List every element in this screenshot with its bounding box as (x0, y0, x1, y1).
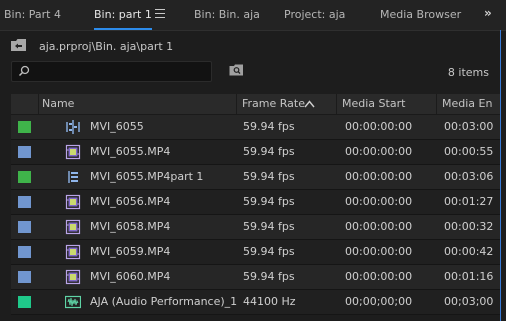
frame-rate-cell: 59.94 fps (243, 245, 295, 258)
panel-tab-bar: Bin: Part 4 Bin: part 1 Bin: Bin. aja Pr… (0, 0, 506, 31)
bin-list-view: Name Frame Rate Media Start Media En MVI… (11, 94, 500, 321)
column-divider (38, 94, 39, 114)
column-header-media-start[interactable]: Media Start (342, 94, 432, 114)
more-panels-icon[interactable]: » (484, 6, 492, 20)
frame-rate-cell: 44100 Hz (243, 295, 296, 308)
clip-name: AJA (Audio Performance)_1. (90, 295, 238, 308)
clip-name: MVI_6055 (90, 120, 144, 133)
tab-bin-part-1[interactable]: Bin: part 1 (94, 0, 152, 30)
media-start-cell: 00:00:00:00 (345, 220, 413, 233)
search-icon (18, 65, 30, 77)
clip-name: MVI_6056.MP4 (90, 195, 171, 208)
find-in-bin-icon[interactable] (229, 64, 244, 76)
video-clip-icon (65, 194, 81, 210)
frame-rate-cell: 59.94 fps (243, 270, 295, 283)
sequence-icon (65, 169, 81, 185)
column-divider (336, 94, 337, 114)
media-end-cell: 00:01:16 (444, 270, 494, 283)
table-row[interactable]: MVI_6059.MP4 59.94 fps 00:00:00:00 00:00:42 (11, 240, 500, 265)
item-count: 8 items (447, 66, 489, 79)
panel-menu-icon[interactable] (155, 9, 165, 21)
label-color-swatch[interactable] (18, 296, 31, 308)
clip-name: MVI_6059.MP4 (90, 245, 171, 258)
column-header-media-end[interactable]: Media En (442, 94, 500, 114)
tab-project-aja[interactable]: Project: aja (284, 0, 345, 30)
navigate-up-button[interactable] (10, 38, 28, 56)
label-color-swatch[interactable] (18, 246, 31, 258)
frame-rate-cell: 59.94 fps (243, 220, 295, 233)
clip-name: MVI_6055.MP4part 1 (90, 170, 204, 183)
table-row[interactable]: MVI_6058.MP4 59.94 fps 00:00:00:00 00:00:32 (11, 215, 500, 240)
media-end-cell: 00:00:55 (444, 145, 494, 158)
column-header-name[interactable]: Name (42, 94, 192, 114)
media-end-cell: 00:01:27 (444, 195, 494, 208)
table-row[interactable]: MVI_6055.MP4part 1 59.94 fps 00:00:00:00 00… (11, 165, 500, 190)
clip-name: MVI_6060.MP4 (90, 270, 171, 283)
frame-rate-cell: 59.94 fps (243, 145, 295, 158)
frame-rate-cell: 59.94 fps (243, 195, 295, 208)
video-clip-icon (65, 244, 81, 260)
media-start-cell: 00;00;00;00 (345, 295, 413, 308)
media-end-cell: 00;03;00 (444, 295, 494, 308)
media-end-cell: 00:03:00 (444, 120, 494, 133)
video-clip-icon (65, 269, 81, 285)
media-start-cell: 00:00:00:00 (345, 195, 413, 208)
label-color-swatch[interactable] (18, 121, 31, 133)
media-start-cell: 00:00:00:00 (345, 270, 413, 283)
label-color-swatch[interactable] (18, 171, 31, 183)
label-color-swatch[interactable] (18, 196, 31, 208)
label-color-swatch[interactable] (18, 146, 31, 158)
panel-focus-border (500, 30, 501, 321)
label-color-swatch[interactable] (18, 221, 31, 233)
table-row[interactable]: MVI_6056.MP4 59.94 fps 00:00:00:00 00:01:27 (11, 190, 500, 215)
audio-clip-icon (64, 294, 82, 310)
folder-up-icon (11, 39, 26, 51)
frame-rate-cell: 59.94 fps (243, 170, 295, 183)
column-header-row: Name Frame Rate Media Start Media En (11, 94, 500, 115)
clip-name: MVI_6058.MP4 (90, 220, 171, 233)
video-clip-icon (65, 144, 81, 160)
video-clip-icon (65, 219, 81, 235)
sort-ascending-icon[interactable] (304, 100, 315, 108)
column-header-frame-rate[interactable]: Frame Rate (242, 94, 312, 114)
label-color-swatch[interactable] (18, 271, 31, 283)
table-row[interactable]: MVI_6055.MP4 59.94 fps 00:00:00:00 00:00:55 (11, 140, 500, 165)
tab-bin-aja[interactable]: Bin: Bin. aja (194, 0, 260, 30)
table-row[interactable]: AJA (Audio Performance)_1. 44100 Hz 00;00;… (11, 290, 500, 315)
media-start-cell: 00:00:00:00 (345, 170, 413, 183)
tab-media-browser[interactable]: Media Browser (380, 0, 461, 30)
table-row[interactable]: MVI_6055 59.94 fps 00:00:00:00 00:03:00 (11, 115, 500, 140)
clip-name: MVI_6055.MP4 (90, 145, 171, 158)
media-end-cell: 00:03:06 (444, 170, 494, 183)
column-divider (436, 94, 437, 114)
bin-path: aja.prproj\Bin. aja\part 1 (39, 40, 174, 53)
frame-rate-cell: 59.94 fps (243, 120, 295, 133)
media-start-cell: 00:00:00:00 (345, 245, 413, 258)
search-field[interactable] (11, 61, 212, 82)
media-start-cell: 00:00:00:00 (345, 120, 413, 133)
column-divider (236, 94, 237, 114)
table-row[interactable]: MVI_6060.MP4 59.94 fps 00:00:00:00 00:01:16 (11, 265, 500, 290)
media-start-cell: 00:00:00:00 (345, 145, 413, 158)
media-end-cell: 00:00:42 (444, 245, 494, 258)
tab-bin-part-4[interactable]: Bin: Part 4 (4, 0, 61, 30)
media-end-cell: 00:00:32 (444, 220, 494, 233)
multicam-sequence-icon (65, 119, 81, 135)
